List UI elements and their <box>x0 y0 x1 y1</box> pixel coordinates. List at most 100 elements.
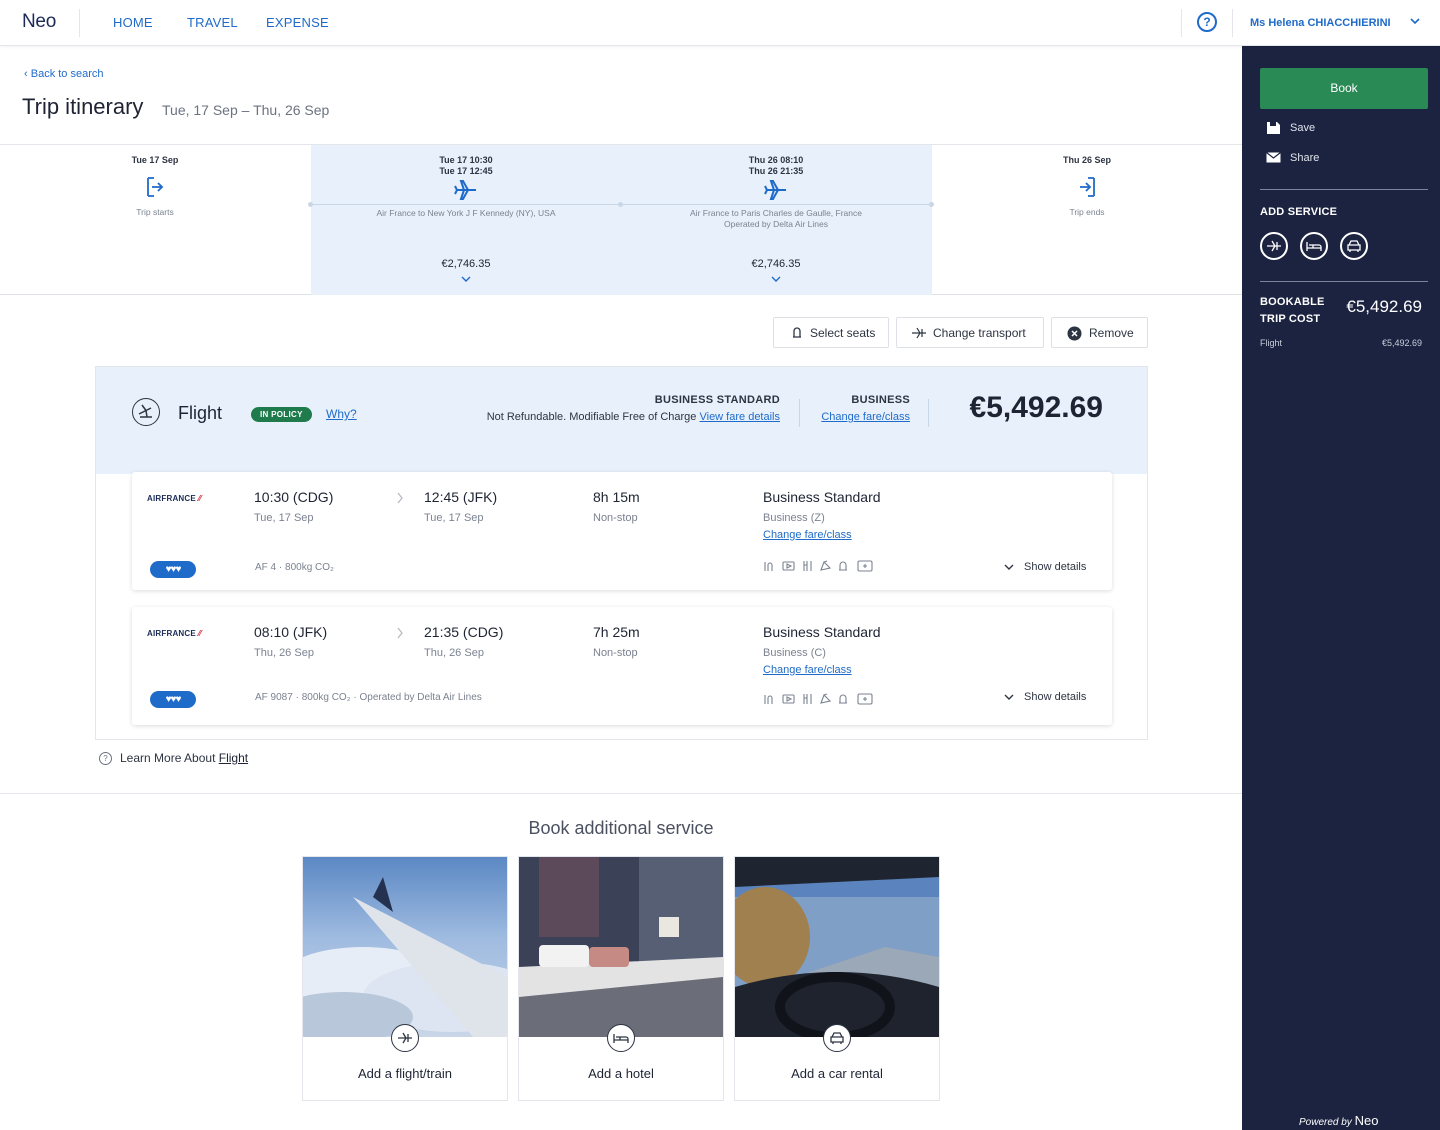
chevron-down-icon <box>1004 564 1014 570</box>
timeline-trip-end: Thu 26 Sep Trip ends <box>1027 145 1147 218</box>
cost-flight-label: Flight <box>1260 338 1283 348</box>
learn-more-text: Learn More About <box>120 751 219 765</box>
save-label: Save <box>1290 122 1316 134</box>
nav-home[interactable]: HOME <box>113 15 153 30</box>
timeline-date: Tue 17 12:45 <box>439 166 493 176</box>
airplane-icon <box>454 180 476 200</box>
brand-logo[interactable]: Neo <box>22 11 56 33</box>
bed-icon <box>607 1024 635 1052</box>
add-hotel-icon[interactable] <box>1300 232 1328 260</box>
show-details-label: Show details <box>1024 561 1087 573</box>
fare-name: Business Standard <box>763 489 881 505</box>
change-fare-class-link[interactable]: Change fare/class <box>763 529 852 541</box>
chevron-down-icon[interactable] <box>1408 14 1422 28</box>
add-flight-train-label: Add a flight/train <box>358 1066 452 1081</box>
transport-icon <box>912 327 926 339</box>
learn-more-flight-link[interactable]: Flight <box>219 751 248 765</box>
trip-timeline: Tue 17 Sep Trip starts Tue 17 10:30 Tue … <box>0 144 1242 295</box>
divider <box>799 399 800 427</box>
in-policy-badge: IN POLICY <box>251 407 312 422</box>
cost-label-line: BOOKABLE <box>1260 296 1325 308</box>
fare-title: BUSINESS STANDARD <box>654 394 780 406</box>
airline-logo: AIRFRANCE ⁄⁄ <box>147 494 202 503</box>
select-seats-button[interactable]: Select seats <box>773 317 889 348</box>
timeline-description: Operated by Delta Air Lines <box>724 219 828 229</box>
remove-label: Remove <box>1089 326 1134 340</box>
wing-image <box>303 857 507 1037</box>
user-menu-name[interactable]: Ms Helena CHIACCHIERINI <box>1250 17 1391 29</box>
chevron-down-icon[interactable] <box>460 275 472 283</box>
duration: 7h 25m <box>593 624 640 640</box>
add-hotel-label: Add a hotel <box>588 1066 654 1081</box>
stops: Non-stop <box>593 647 638 659</box>
view-fare-details-link[interactable]: View fare details <box>699 411 780 423</box>
why-link[interactable]: Why? <box>326 407 357 421</box>
flight-info: AF 4 · 800kg CO₂ <box>255 562 334 573</box>
duration: 8h 15m <box>593 489 640 505</box>
timeline-return[interactable]: Thu 26 08:10 Thu 26 21:35 Air France to … <box>626 145 926 288</box>
rating-badge: ♥♥♥ <box>150 561 196 578</box>
car-icon <box>823 1024 851 1052</box>
cost-flight-value: €5,492.69 <box>1381 338 1422 348</box>
stops: Non-stop <box>593 512 638 524</box>
timeline-outbound[interactable]: Tue 17 10:30 Tue 17 12:45 Air France to … <box>316 145 616 288</box>
timeline-trip-start: Tue 17 Sep Trip starts <box>95 145 215 218</box>
divider <box>79 9 80 37</box>
powered-by: Powered by Neo <box>1299 1113 1378 1128</box>
timeline-price: €2,746.35 <box>441 258 491 270</box>
timeline-dot <box>308 202 313 207</box>
powered-by-brand: Neo <box>1354 1113 1379 1128</box>
timeline-description: Air France to Paris Charles de Gaulle, F… <box>690 208 862 218</box>
divider <box>0 793 1242 794</box>
change-fare-class-link[interactable]: Change fare/class <box>821 411 910 423</box>
timeline-date: Tue 17 Sep <box>131 155 179 165</box>
flight-info: AF 9087 · 800kg CO₂ · Operated by Delta … <box>255 692 482 703</box>
fare-class: Business (Z) <box>763 512 825 524</box>
timeline-date: Tue 17 10:30 <box>439 155 493 165</box>
cost-label-line: TRIP COST <box>1260 313 1321 325</box>
fare-class: Business (C) <box>763 647 826 659</box>
add-car-icon[interactable] <box>1340 232 1368 260</box>
remove-button[interactable]: Remove <box>1051 317 1148 348</box>
timeline-price: €2,746.35 <box>751 258 801 270</box>
add-hotel-card[interactable]: Add a hotel <box>518 856 724 1101</box>
fare-conditions: Not Refundable. Modifiable Free of Charg… <box>487 411 780 423</box>
back-to-search-link[interactable]: ‹ Back to search <box>24 68 104 80</box>
bookable-trip-cost-label: BOOKABLE TRIP COST <box>1260 294 1325 328</box>
trip-cost-value: €5,492.69 <box>1346 297 1422 316</box>
departure-date: Tue, 17 Sep <box>254 512 314 524</box>
timeline-date: Thu 26 Sep <box>1062 155 1111 165</box>
flight-card: Flight IN POLICY Why? BUSINESS STANDARD … <box>95 366 1148 740</box>
flight-title: Flight <box>178 403 223 423</box>
timeline-label: Trip starts <box>136 207 174 217</box>
hotel-room-image <box>519 857 723 1037</box>
nav-expense[interactable]: EXPENSE <box>266 15 329 30</box>
change-transport-button[interactable]: Change transport <box>896 317 1044 348</box>
timeline-dot <box>618 202 623 207</box>
departure-time: 10:30 (CDG) <box>254 489 334 505</box>
powered-by-text: Powered by <box>1299 1117 1355 1128</box>
help-icon[interactable]: ? <box>1197 12 1217 32</box>
change-fare-class-link[interactable]: Change fare/class <box>763 664 852 676</box>
divider <box>1260 189 1428 190</box>
add-car-rental-label: Add a car rental <box>791 1066 883 1081</box>
timeline-description: Air France to New York J F Kennedy (NY),… <box>376 208 556 218</box>
nav-travel[interactable]: TRAVEL <box>187 15 238 30</box>
flight-segment[interactable]: AIRFRANCE ⁄⁄ ♥♥♥ 10:30 (CDG) Tue, 17 Sep… <box>132 472 1112 590</box>
app-root: Neo HOME TRAVEL EXPENSE ? Ms Helena CHIA… <box>0 0 1440 1130</box>
share-label: Share <box>1290 152 1320 164</box>
flight-segment[interactable]: AIRFRANCE ⁄⁄ ♥♥♥ 08:10 (JFK) Thu, 26 Sep… <box>132 607 1112 725</box>
arrival-date: Thu, 26 Sep <box>424 647 484 659</box>
add-flight-train-icon[interactable] <box>1260 232 1288 260</box>
fare-conditions-text: Not Refundable. Modifiable Free of Charg… <box>486 411 697 423</box>
cabin-title: BUSINESS <box>851 394 910 406</box>
chevron-right-icon <box>397 492 403 504</box>
add-car-rental-card[interactable]: Add a car rental <box>734 856 940 1101</box>
trip-end-icon <box>1080 177 1095 197</box>
add-flight-train-card[interactable]: Add a flight/train <box>302 856 508 1101</box>
trip-start-icon <box>147 177 164 197</box>
divider <box>928 399 929 427</box>
book-button[interactable]: Book <box>1260 68 1428 109</box>
chevron-down-icon[interactable] <box>770 275 782 283</box>
rating-badge: ♥♥♥ <box>150 691 196 708</box>
